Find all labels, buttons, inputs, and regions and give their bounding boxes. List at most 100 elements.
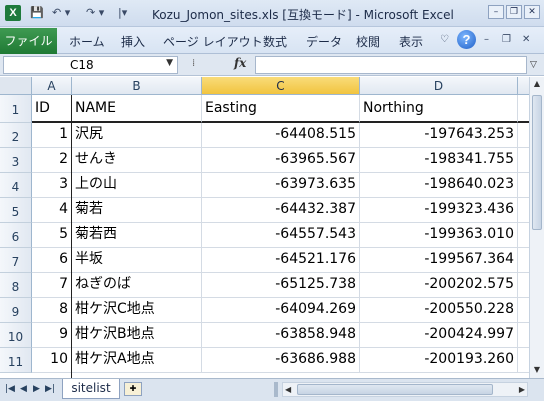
tab-home[interactable]: ホーム: [69, 33, 105, 50]
table-cell[interactable]: [518, 123, 529, 148]
table-cell[interactable]: 柑ケ沢C地点: [72, 298, 202, 323]
table-cell[interactable]: -200202.575: [360, 273, 518, 298]
tab-view[interactable]: 表示: [399, 33, 423, 50]
customize-qat-icon[interactable]: |▾: [118, 6, 127, 20]
workbook-close-icon[interactable]: ✕: [522, 34, 530, 45]
table-cell[interactable]: [518, 95, 529, 123]
table-cell[interactable]: 柑ケ沢A地点: [72, 348, 202, 373]
table-cell[interactable]: -199363.010: [360, 223, 518, 248]
table-cell[interactable]: -197643.253: [360, 123, 518, 148]
table-cell[interactable]: -199567.364: [360, 248, 518, 273]
table-cell[interactable]: 1: [32, 123, 72, 148]
table-cell[interactable]: [518, 248, 529, 273]
table-cell[interactable]: -200424.997: [360, 323, 518, 348]
table-cell[interactable]: [518, 273, 529, 298]
row-header[interactable]: 4: [0, 173, 32, 198]
table-cell[interactable]: -64521.176: [202, 248, 360, 273]
table-cell[interactable]: [518, 348, 529, 373]
table-cell[interactable]: -198341.755: [360, 148, 518, 173]
tab-split-handle[interactable]: [274, 382, 278, 397]
table-cell[interactable]: 沢尻: [72, 123, 202, 148]
header-cell[interactable]: Northing: [360, 95, 518, 123]
last-sheet-icon[interactable]: ▶|: [45, 384, 55, 394]
table-cell[interactable]: -65125.738: [202, 273, 360, 298]
row-header[interactable]: 8: [0, 273, 32, 298]
column-header-c[interactable]: C: [202, 77, 360, 95]
vertical-scrollbar[interactable]: ▲ ▼: [529, 77, 544, 378]
table-cell[interactable]: -64432.387: [202, 198, 360, 223]
table-cell[interactable]: せんき: [72, 148, 202, 173]
table-cell[interactable]: -63686.988: [202, 348, 360, 373]
minimize-button[interactable]: –: [488, 5, 504, 19]
row-header[interactable]: 5: [0, 198, 32, 223]
save-icon[interactable]: 💾: [30, 6, 44, 20]
scroll-up-icon[interactable]: ▲: [530, 77, 544, 91]
formula-bar-grip-icon[interactable]: ⁞: [192, 58, 195, 69]
table-cell[interactable]: -199323.436: [360, 198, 518, 223]
scroll-down-icon[interactable]: ▼: [530, 363, 544, 377]
table-cell[interactable]: -64557.543: [202, 223, 360, 248]
row-header[interactable]: 11: [0, 348, 32, 373]
chevron-down-icon[interactable]: ▼: [166, 58, 173, 68]
vertical-scroll-thumb[interactable]: [532, 95, 542, 230]
table-cell[interactable]: -63858.948: [202, 323, 360, 348]
table-cell[interactable]: 5: [32, 223, 72, 248]
table-cell[interactable]: 7: [32, 273, 72, 298]
scroll-right-icon[interactable]: ▶: [519, 383, 525, 396]
table-cell[interactable]: -200193.260: [360, 348, 518, 373]
row-header[interactable]: 10: [0, 323, 32, 348]
tab-formulas[interactable]: 数式: [263, 33, 287, 50]
row-header[interactable]: 6: [0, 223, 32, 248]
header-cell[interactable]: Easting: [202, 95, 360, 123]
minimize-ribbon-icon[interactable]: ♡: [440, 34, 449, 45]
redo-icon[interactable]: ↷ ▾: [86, 6, 104, 20]
column-header-b[interactable]: B: [72, 77, 202, 95]
header-cell[interactable]: NAME: [72, 95, 202, 123]
table-cell[interactable]: 半坂: [72, 248, 202, 273]
table-cell[interactable]: [518, 198, 529, 223]
name-box[interactable]: C18 ▼: [3, 56, 178, 74]
row-header[interactable]: 2: [0, 123, 32, 148]
table-cell[interactable]: [518, 323, 529, 348]
table-cell[interactable]: 4: [32, 198, 72, 223]
formula-input[interactable]: [255, 56, 527, 74]
column-header-d[interactable]: D: [360, 77, 518, 95]
table-cell[interactable]: 3: [32, 173, 72, 198]
first-sheet-icon[interactable]: |◀: [5, 384, 15, 394]
table-cell[interactable]: 6: [32, 248, 72, 273]
table-cell[interactable]: 10: [32, 348, 72, 373]
table-cell[interactable]: ねぎのば: [72, 273, 202, 298]
close-button[interactable]: ✕: [524, 5, 540, 19]
next-sheet-icon[interactable]: ▶: [33, 384, 40, 394]
row-header[interactable]: 3: [0, 148, 32, 173]
horizontal-scroll-thumb[interactable]: [297, 384, 493, 395]
table-cell[interactable]: [518, 148, 529, 173]
table-cell[interactable]: 菊若: [72, 198, 202, 223]
excel-app-icon[interactable]: X: [5, 5, 21, 21]
table-cell[interactable]: -198640.023: [360, 173, 518, 198]
table-cell[interactable]: [518, 298, 529, 323]
table-cell[interactable]: [518, 223, 529, 248]
header-cell[interactable]: ID: [32, 95, 72, 123]
table-cell[interactable]: -63973.635: [202, 173, 360, 198]
prev-sheet-icon[interactable]: ◀: [20, 384, 27, 394]
select-all-corner[interactable]: [0, 77, 32, 95]
scroll-left-icon[interactable]: ◀: [285, 383, 291, 396]
row-header[interactable]: 1: [0, 95, 32, 123]
table-cell[interactable]: -63965.567: [202, 148, 360, 173]
table-cell[interactable]: 8: [32, 298, 72, 323]
workbook-restore-icon[interactable]: ❐: [502, 34, 511, 45]
help-icon[interactable]: ?: [457, 30, 476, 49]
table-cell[interactable]: -200550.228: [360, 298, 518, 323]
tab-insert[interactable]: 挿入: [121, 33, 145, 50]
insert-sheet-icon[interactable]: ✚: [124, 382, 142, 396]
undo-icon[interactable]: ↶ ▾: [52, 6, 70, 20]
table-cell[interactable]: [518, 173, 529, 198]
horizontal-scrollbar[interactable]: ◀ ▶: [282, 382, 528, 397]
tab-page-layout[interactable]: ページ レイアウト: [163, 33, 263, 50]
sheet-tab-sitelist[interactable]: sitelist: [62, 379, 120, 399]
tab-data[interactable]: データ: [306, 33, 342, 50]
table-cell[interactable]: 菊若西: [72, 223, 202, 248]
table-cell[interactable]: 2: [32, 148, 72, 173]
tab-review[interactable]: 校閲: [356, 33, 380, 50]
